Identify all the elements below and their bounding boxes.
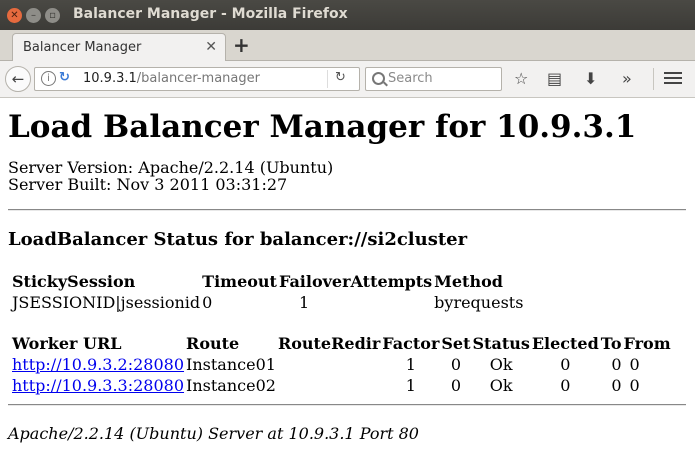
to-cell: 0 — [611, 355, 622, 374]
method-cell: byrequests — [434, 293, 524, 312]
route-redir-cell — [278, 355, 380, 374]
divider — [8, 209, 686, 211]
worker-url-cell: http://10.9.3.2:28080 — [12, 355, 184, 374]
toolbar-divider — [653, 68, 654, 90]
status-cell: Ok — [489, 376, 513, 395]
column-header: FailoverAttempts — [278, 272, 433, 291]
set-cell: 0 — [450, 355, 462, 374]
url-text[interactable]: 10.9.3.1/balancer-manager — [83, 71, 260, 86]
to-cell: 0 — [611, 376, 622, 395]
url-path: /balancer-manager — [136, 71, 260, 86]
set-cell: 0 — [450, 376, 462, 395]
column-header: Elected — [531, 334, 599, 353]
overflow-icon[interactable]: » — [622, 69, 632, 88]
back-arrow-icon[interactable]: ← — [5, 66, 31, 92]
info-icon[interactable]: i — [41, 71, 56, 86]
timeout-cell: 0 — [202, 293, 213, 312]
search-icon — [372, 72, 385, 85]
table-header-row: Worker URL Route RouteRedir Factor Set S… — [12, 334, 671, 353]
tab-label: Balancer Manager — [23, 40, 142, 55]
from-cell: 0 — [629, 376, 640, 395]
window-titlebar: ✕ – ▫ Balancer Manager - Mozilla Firefox — [0, 0, 695, 30]
server-info: Server Version: Apache/2.2.14 (Ubuntu) S… — [8, 159, 688, 193]
url-bar[interactable]: i ↻ 10.9.3.1/balancer-manager ↻ — [34, 67, 360, 91]
balancer-table: StickySession Timeout FailoverAttempts M… — [10, 270, 525, 314]
column-header: RouteRedir — [277, 334, 381, 353]
reading-list-icon[interactable]: ▤ — [547, 69, 562, 88]
table-row: JSESSIONID|jsessionid 0 1 byrequests — [12, 293, 523, 312]
factor-cell: 1 — [405, 376, 416, 395]
url-host: 10.9.3.1 — [83, 71, 137, 86]
search-box[interactable] — [365, 67, 502, 91]
table-row: http://10.9.3.3:28080 Instance02 1 0 Ok … — [12, 376, 671, 395]
column-header: To — [600, 334, 622, 353]
column-header: Timeout — [202, 272, 277, 291]
search-input[interactable] — [388, 69, 496, 87]
star-icon[interactable]: ☆ — [514, 69, 528, 88]
column-header: Status — [472, 334, 530, 353]
route-cell: Instance01 — [186, 355, 276, 374]
worker-url-link[interactable]: http://10.9.3.2:28080 — [12, 355, 184, 374]
elected-cell: 0 — [560, 376, 571, 395]
page-title: Load Balancer Manager for 10.9.3.1 — [8, 109, 637, 145]
from-cell: 0 — [629, 355, 640, 374]
window-close-button[interactable]: ✕ — [7, 8, 22, 23]
column-header: Factor — [382, 334, 440, 353]
column-header: Method — [434, 272, 503, 291]
status-cell: Ok — [489, 355, 513, 374]
navigation-toolbar: ← i ↻ 10.9.3.1/balancer-manager ↻ ☆ ▤ ⬇ … — [0, 61, 695, 98]
worker-url-cell: http://10.9.3.3:28080 — [12, 376, 184, 395]
window-maximize-button[interactable]: ▫ — [45, 8, 60, 23]
worker-table: Worker URL Route RouteRedir Factor Set S… — [10, 332, 673, 397]
column-header: Set — [441, 334, 471, 353]
server-footer: Apache/2.2.14 (Ubuntu) Server at 10.9.3.… — [8, 424, 419, 443]
site-identity-icon[interactable]: ↻ — [59, 70, 70, 85]
table-row: http://10.9.3.2:28080 Instance01 1 0 Ok … — [12, 355, 671, 374]
column-header: Route — [186, 334, 240, 353]
page-content: Load Balancer Manager for 10.9.3.1 Serve… — [8, 97, 688, 443]
elected-cell: 0 — [560, 355, 571, 374]
tab-close-icon[interactable]: ✕ — [205, 39, 217, 55]
new-tab-button[interactable]: + — [233, 33, 250, 57]
window-minimize-button[interactable]: – — [26, 8, 41, 23]
window-title: Balancer Manager - Mozilla Firefox — [73, 6, 348, 22]
table-header-row: StickySession Timeout FailoverAttempts M… — [12, 272, 523, 291]
worker-url-link[interactable]: http://10.9.3.3:28080 — [12, 376, 184, 395]
column-header: From — [623, 334, 671, 353]
menu-icon[interactable] — [664, 72, 682, 85]
server-version: Server Version: Apache/2.2.14 (Ubuntu) — [8, 158, 334, 177]
failover-cell: 1 — [298, 293, 310, 312]
route-cell: Instance02 — [186, 376, 276, 395]
reload-icon[interactable]: ↻ — [335, 70, 346, 85]
column-header: StickySession — [12, 272, 136, 291]
download-icon[interactable]: ⬇ — [584, 69, 597, 88]
route-redir-cell — [278, 376, 380, 395]
column-header: Worker URL — [12, 334, 122, 353]
tab-balancer-manager[interactable]: Balancer Manager ✕ — [12, 33, 226, 62]
tab-strip: Balancer Manager ✕ + — [0, 30, 695, 62]
sticky-session-cell: JSESSIONID|jsessionid — [12, 293, 201, 312]
server-built: Server Built: Nov 3 2011 03:31:27 — [8, 175, 288, 194]
divider — [8, 404, 686, 406]
url-divider — [327, 70, 328, 88]
factor-cell: 1 — [405, 355, 416, 374]
balancer-status-heading: LoadBalancer Status for balancer://si2cl… — [8, 229, 468, 250]
